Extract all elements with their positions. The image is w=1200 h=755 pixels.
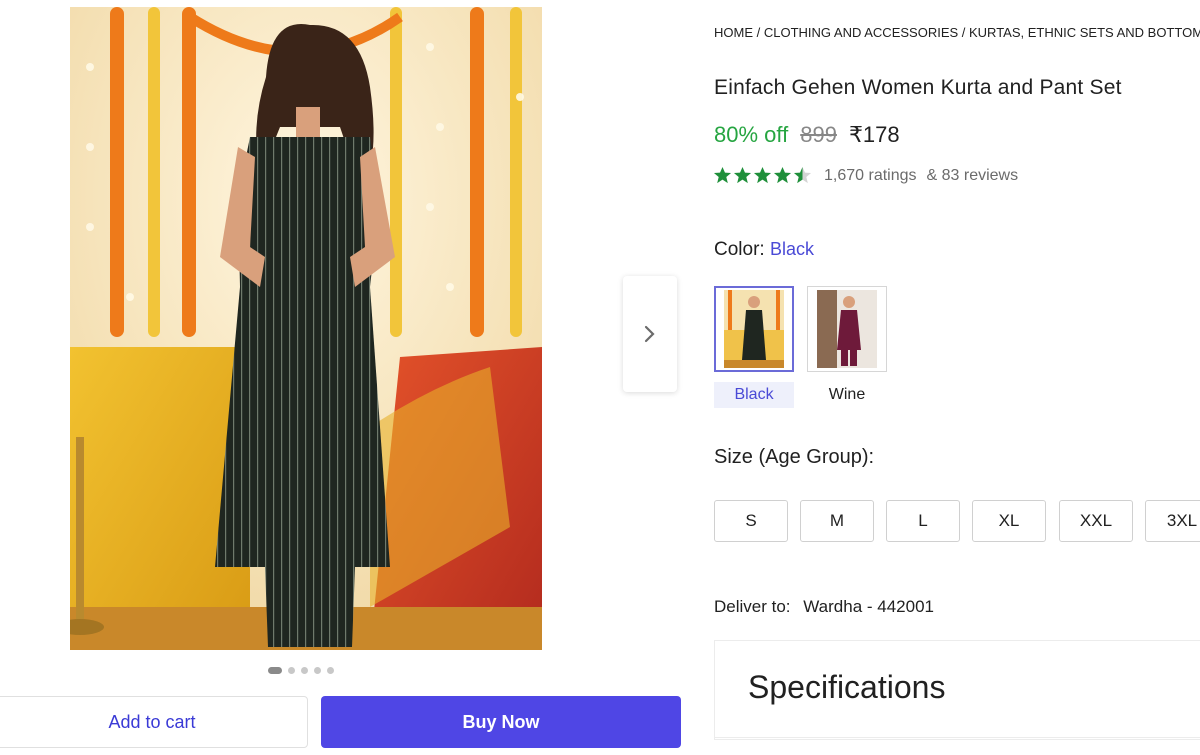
delivery-info[interactable]: Deliver to: Wardha - 442001 — [714, 597, 934, 617]
star-icon — [753, 166, 772, 184]
ratings-count[interactable]: 1,670 ratings — [824, 167, 917, 185]
size-label: Size (Age Group): — [714, 446, 875, 468]
add-to-cart-button[interactable]: Add to cart — [0, 696, 308, 748]
carousel-dot[interactable] — [301, 667, 308, 674]
product-photo — [70, 7, 542, 650]
specifications-section: Specifications — [714, 640, 1200, 740]
carousel-dots — [268, 667, 334, 674]
carousel-dot[interactable] — [327, 667, 334, 674]
star-icon — [773, 166, 792, 184]
color-option-label[interactable]: Wine — [807, 382, 887, 408]
delivery-location[interactable]: Wardha - 442001 — [803, 597, 934, 616]
discount-label: 80% off — [714, 122, 789, 147]
price-row: 80% off 899 ₹178 — [714, 122, 900, 148]
color-swatch-black[interactable] — [714, 286, 794, 372]
color-label: Color: Black — [714, 239, 814, 261]
color-swatch-wine[interactable] — [807, 286, 887, 372]
breadcrumb[interactable]: HOME / CLOTHING AND ACCESSORIES / KURTAS… — [714, 25, 1200, 40]
next-image-button[interactable] — [623, 276, 677, 392]
original-price: 899 — [800, 122, 837, 147]
buy-now-button[interactable]: Buy Now — [321, 696, 681, 748]
size-option-s[interactable]: S — [714, 500, 788, 542]
size-option-l[interactable]: L — [886, 500, 960, 542]
size-option-3xl[interactable]: 3XL — [1145, 500, 1200, 542]
star-icon — [793, 166, 812, 184]
size-option-xl[interactable]: XL — [972, 500, 1046, 542]
star-icon — [713, 166, 732, 184]
selling-price: ₹178 — [848, 122, 900, 147]
carousel-dot[interactable] — [288, 667, 295, 674]
swatch-image-wine — [817, 290, 877, 368]
carousel-dot[interactable] — [314, 667, 321, 674]
size-option-xxl[interactable]: XXL — [1059, 500, 1133, 542]
specifications-title: Specifications — [748, 669, 946, 705]
swatch-image-black — [724, 290, 784, 368]
deliver-label: Deliver to: — [714, 597, 791, 616]
star-rating — [713, 166, 812, 185]
rating-row: 1,670 ratings & 83 reviews — [713, 166, 1018, 185]
carousel-dot[interactable] — [268, 667, 282, 674]
star-icon — [733, 166, 752, 184]
product-title: Einfach Gehen Women Kurta and Pant Set — [714, 76, 1122, 99]
divider — [715, 737, 1200, 738]
product-image[interactable] — [70, 7, 542, 650]
size-option-m[interactable]: M — [800, 500, 874, 542]
color-label-text: Color: — [714, 239, 765, 260]
reviews-count[interactable]: & 83 reviews — [927, 167, 1019, 185]
selected-color: Black — [769, 239, 814, 259]
color-option-label[interactable]: Black — [714, 382, 794, 408]
chevron-right-icon — [644, 325, 655, 343]
